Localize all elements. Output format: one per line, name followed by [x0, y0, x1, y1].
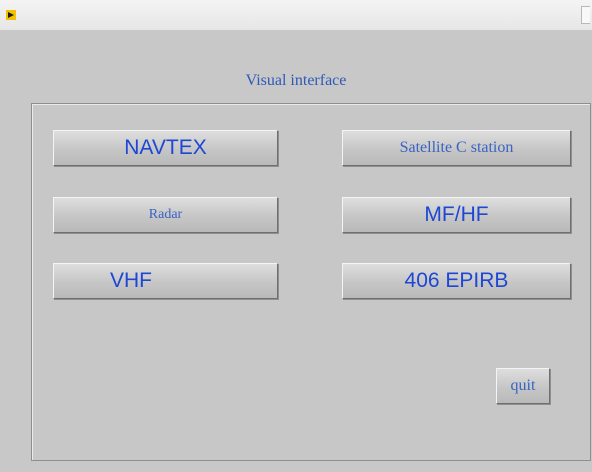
- satellite-c-station-button[interactable]: Satellite C station: [342, 130, 571, 166]
- window-edge: [581, 6, 590, 24]
- quit-button[interactable]: quit: [496, 368, 550, 404]
- navtex-button[interactable]: NAVTEX: [53, 130, 278, 166]
- vhf-button[interactable]: VHF: [53, 263, 278, 299]
- page-title: Visual interface: [245, 72, 347, 89]
- title-bar: [0, 0, 592, 31]
- mf-hf-button[interactable]: MF/HF: [342, 197, 571, 233]
- 406-epirb-button[interactable]: 406 EPIRB: [342, 263, 571, 299]
- radar-button[interactable]: Radar: [53, 197, 278, 233]
- app-icon: [6, 10, 16, 20]
